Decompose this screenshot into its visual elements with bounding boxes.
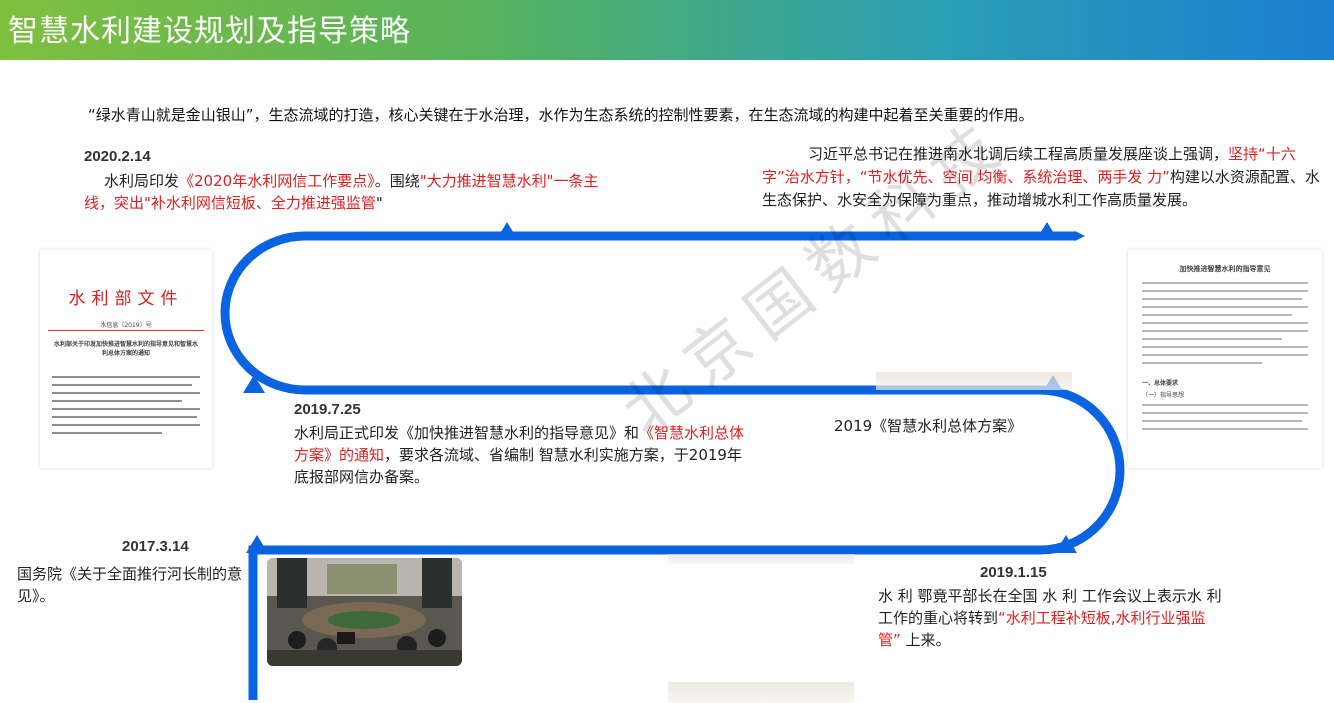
- meeting-photo: [267, 558, 462, 666]
- event-2020-date: 2020.2.14: [84, 148, 151, 165]
- timeline-marker-2017: [246, 535, 268, 553]
- document-text-line: [1142, 330, 1308, 332]
- document-text-line: [1142, 338, 1282, 340]
- document-text-line: [52, 392, 200, 394]
- document-text-line: [52, 432, 162, 434]
- document-divider: [48, 330, 204, 331]
- document-text-line: [1142, 282, 1308, 284]
- ministry-document-image: 水利部文件 水信息〔2019〕号 水利部关于印发加快推进智慧水利的指导意见和智慧…: [40, 250, 212, 468]
- faded-image-strip: [876, 372, 1072, 390]
- timeline-marker-xi: [1036, 222, 1058, 240]
- document-text-line: [1142, 412, 1308, 414]
- event-2019-1-date: 2019.1.15: [980, 564, 1047, 581]
- document-title: 加快推进智慧水利的指导意见: [1179, 265, 1271, 273]
- document-text-line: [52, 384, 192, 386]
- document-text-line: [1142, 290, 1308, 292]
- guidance-document-image: 加快推进智慧水利的指导意见 一、总体要求 （一）指导思想: [1128, 250, 1322, 468]
- event-2020-text-part: 。围绕: [374, 172, 420, 190]
- document-text-line: [52, 416, 197, 418]
- document-section-heading: 一、总体要求: [1142, 380, 1179, 387]
- document-text-line: [1142, 314, 1292, 316]
- faded-image-strip: [668, 554, 854, 564]
- document-text-line: [52, 424, 200, 426]
- event-2017-text: 国务院《关于全面推行河长制的意见》。: [17, 565, 243, 605]
- event-2017-date: 2017.3.14: [122, 538, 189, 555]
- event-2019-7-date: 2019.7.25: [294, 401, 361, 418]
- event-2020-text-part: ": [375, 194, 383, 212]
- event-2019-1-text: 水 利 鄂竟平部长在全国 水 利 工作会议上表示水 利 工作的重心将转到“水利工…: [878, 585, 1224, 651]
- event-2019-7-text-part: 水利局正式印发《加快推进智慧水利的指导意见》和: [294, 424, 640, 442]
- document-text-line: [1142, 354, 1308, 356]
- document-text-line: [1142, 420, 1302, 422]
- document-text-line: [1142, 322, 1308, 324]
- document-heading: 水利部关于印发加快推进智慧水利的指导意见和智慧水利总体方案的通知: [53, 341, 198, 357]
- timeline-end-arrow: [1075, 231, 1085, 241]
- document-text-line: [52, 376, 200, 378]
- event-2020-highlight: 《2020年水利网信工作要点》: [179, 172, 375, 190]
- meeting-photo-illustration: [267, 558, 462, 666]
- plan-2019-label: 2019《智慧水利总体方案》: [834, 417, 1023, 435]
- document-text-line: [1142, 428, 1308, 430]
- document-text-line: [1142, 306, 1308, 308]
- document-section-heading: （一）指导思想: [1142, 392, 1185, 399]
- document-number: 水信息〔2019〕号: [100, 322, 152, 329]
- document-title: 水利部文件: [68, 289, 184, 309]
- event-2019-1-text-part: 上来。: [900, 631, 951, 649]
- faded-image-strip: [668, 682, 854, 703]
- event-2020-text: 水利局印发《2020年水利网信工作要点》。围绕"大力推进智慧水利"一条主线，突出…: [84, 170, 624, 214]
- document-text-line: [1142, 404, 1308, 406]
- document-text-line: [1142, 298, 1302, 300]
- timeline-marker-2020: [496, 222, 518, 240]
- document-text-line: [1142, 362, 1262, 364]
- event-2020-text-part: 水利局印发: [104, 172, 180, 190]
- document-text-line: [1142, 346, 1308, 348]
- document-text-line: [52, 408, 200, 410]
- document-text-line: [52, 400, 182, 402]
